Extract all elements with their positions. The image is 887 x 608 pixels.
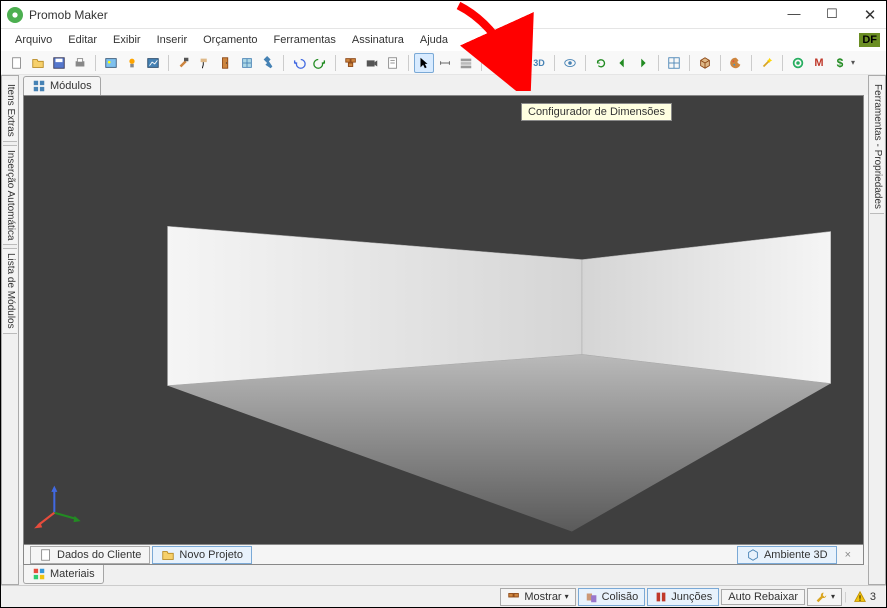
modules-icon [32,79,46,93]
grid-button[interactable] [456,53,476,73]
minimize-button[interactable]: — [784,6,804,24]
close-tab-button[interactable]: × [839,549,857,561]
layers-button[interactable] [487,53,507,73]
door-button[interactable] [216,53,236,73]
app-icon [7,7,23,23]
menu-exibir[interactable]: Exibir [105,32,149,48]
menu-inserir[interactable]: Inserir [149,32,196,48]
wall-icon [507,590,521,604]
document-icon [39,548,53,562]
warning-icon [853,590,867,604]
measure-button[interactable] [435,53,455,73]
window-button[interactable] [237,53,257,73]
document-button[interactable] [383,53,403,73]
save-button[interactable] [49,53,69,73]
menubar: Arquivo Editar Exibir Inserir Orçamento … [1,29,886,51]
print-button[interactable] [70,53,90,73]
user-badge[interactable]: DF [859,33,880,47]
tab-modulos[interactable]: Módulos [23,76,101,95]
menu-orcamento[interactable]: Orçamento [195,32,265,48]
3d-button[interactable]: 3D [529,53,549,73]
tab-ambiente-3d[interactable]: Ambiente 3D [737,546,837,564]
titlebar: Promob Maker — ☐ ✕ [1,1,886,29]
status-juncoes[interactable]: Junções [647,588,719,606]
chevron-down-icon: ▾ [831,592,835,601]
m-button[interactable]: M [809,53,829,73]
materials-icon [32,567,46,581]
tab-novo-projeto[interactable]: Novo Projeto [152,546,252,564]
camera-button[interactable] [362,53,382,73]
main-toolbar: 3D M $ ▾ [1,51,886,75]
lighting-button[interactable] [122,53,142,73]
image-button[interactable] [101,53,121,73]
close-button[interactable]: ✕ [860,6,880,24]
status-colisao[interactable]: Colisão [578,588,646,606]
dollar-button[interactable]: $ [830,53,850,73]
open-button[interactable] [28,53,48,73]
new-file-button[interactable] [7,53,27,73]
pointer-button[interactable] [414,53,434,73]
refresh-button[interactable] [591,53,611,73]
maximize-button[interactable]: ☐ [822,6,842,24]
3d-viewport[interactable] [23,95,864,545]
menu-assinatura[interactable]: Assinatura [344,32,412,48]
left-panel: Itens Extras Inserção Automática Lista d… [1,75,19,585]
top-tabstrip: Módulos [19,75,868,95]
folder-icon [161,548,175,562]
menu-ferramentas[interactable]: Ferramentas [266,32,344,48]
wall-button[interactable] [341,53,361,73]
wrench-icon [814,590,828,604]
bottom-tabs: Dados do Cliente Novo Projeto Ambiente 3… [23,545,864,565]
left-tab-insercao[interactable]: Inserção Automática [3,145,17,246]
redo-button[interactable] [310,53,330,73]
tooltip: Configurador de Dimensões [521,103,672,121]
left-tab-itens-extras[interactable]: Itens Extras [3,80,17,142]
palette-button[interactable] [726,53,746,73]
tab-materiais[interactable]: Materiais [23,565,104,584]
wand-button[interactable] [757,53,777,73]
status-wrench[interactable]: ▾ [807,588,842,606]
next-button[interactable] [633,53,653,73]
menu-arquivo[interactable]: Arquivo [7,32,60,48]
left-tab-lista-modulos[interactable]: Lista de Módulos [3,248,17,334]
app-title: Promob Maker [29,8,108,22]
statusbar: Mostrar ▾ Colisão Junções Auto Rebaixar … [1,585,886,607]
gear-button[interactable] [788,53,808,73]
box-button[interactable] [695,53,715,73]
3d-icon [746,548,760,562]
hammer-button[interactable] [174,53,194,73]
eye-button[interactable] [560,53,580,73]
status-mostrar[interactable]: Mostrar ▾ [500,588,575,606]
right-panel: Ferramentas - Propriedades [868,75,886,585]
undo-button[interactable] [289,53,309,73]
menu-editar[interactable]: Editar [60,32,105,48]
tab-modulos-label: Módulos [50,80,92,92]
render-button[interactable] [143,53,163,73]
collision-icon [585,590,599,604]
status-warning[interactable]: 3 [849,589,880,605]
junction-icon [654,590,668,604]
menu-ajuda[interactable]: Ajuda [412,32,456,48]
right-tab-ferramentas[interactable]: Ferramentas - Propriedades [870,80,884,214]
dimension-config-button[interactable] [508,53,528,73]
status-auto-rebaixar[interactable]: Auto Rebaixar [721,589,805,605]
chevron-down-icon: ▾ [565,592,569,601]
tab-dados-cliente[interactable]: Dados do Cliente [30,546,150,564]
prev-button[interactable] [612,53,632,73]
paint-button[interactable] [195,53,215,73]
bottom-tabstrip: Materiais [19,565,868,585]
tools-button[interactable] [258,53,278,73]
view-button[interactable] [664,53,684,73]
